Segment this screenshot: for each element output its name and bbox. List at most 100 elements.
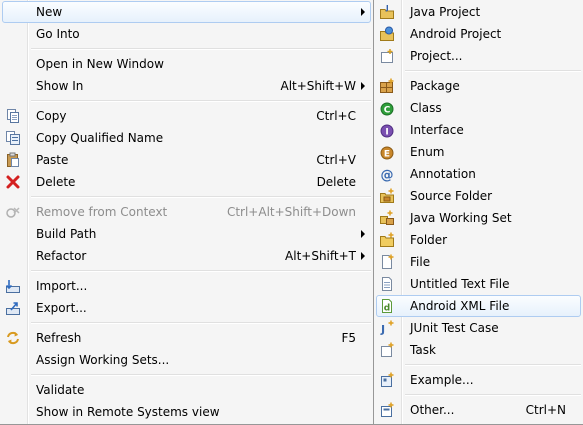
- file-icon: [379, 254, 395, 270]
- menu-item-label: Delete: [36, 175, 76, 189]
- submenu-arrow-icon: [361, 82, 365, 90]
- submenu-item-example[interactable]: Example...: [376, 369, 581, 391]
- submenu-item-junit-test-case[interactable]: J JUnit Test Case: [376, 317, 581, 339]
- menu-item-go-into[interactable]: Go Into: [2, 23, 371, 45]
- menu-item-label: JUnit Test Case: [410, 321, 499, 335]
- svg-text:@: @: [381, 168, 394, 182]
- submenu-item-file[interactable]: File: [376, 251, 581, 273]
- menu-item-remove-from-context: Remove from Context Ctrl+Alt+Shift+Down: [2, 201, 371, 223]
- menu-item-label: Show In: [36, 79, 84, 93]
- menu-item-label: Java Working Set: [410, 211, 512, 225]
- menu-item-shortcut: Alt+Shift+T: [285, 249, 356, 263]
- svg-text:d: d: [384, 304, 390, 314]
- task-icon: [379, 342, 395, 358]
- menu-item-copy[interactable]: Copy Ctrl+C: [2, 105, 371, 127]
- junit-test-case-icon: J: [379, 320, 395, 336]
- menu-item-label: Export...: [36, 301, 87, 315]
- enum-icon: E: [379, 144, 395, 160]
- source-folder-icon: [379, 188, 395, 204]
- menu-item-show-in[interactable]: Show In Alt+Shift+W: [2, 75, 371, 97]
- menu-item-label: Open in New Window: [36, 57, 164, 71]
- submenu-item-project[interactable]: Project...: [376, 45, 581, 67]
- menu-item-paste[interactable]: Paste Ctrl+V: [2, 149, 371, 171]
- menu-item-label: Paste: [36, 153, 69, 167]
- android-xml-file-icon: d: [379, 298, 395, 314]
- interface-icon: I: [379, 122, 395, 138]
- menu-separator: [31, 48, 371, 50]
- menu-separator: [31, 270, 371, 272]
- menu-item-label: Refresh: [36, 331, 82, 345]
- submenu-arrow-icon: [361, 8, 365, 16]
- svg-text:I: I: [385, 128, 388, 138]
- menu-item-label: Folder: [410, 233, 448, 247]
- submenu-item-java-project[interactable]: J Java Project: [376, 1, 581, 23]
- menu-item-label: Copy: [36, 109, 67, 123]
- import-icon: [5, 278, 21, 294]
- submenu-arrow-icon: [361, 252, 365, 260]
- package-icon: [379, 78, 395, 94]
- menu-item-open-in-new-window[interactable]: Open in New Window: [2, 53, 371, 75]
- menu-item-label: Interface: [410, 123, 464, 137]
- other-wizard-icon: [379, 402, 395, 418]
- menu-separator: [405, 394, 581, 396]
- menu-item-label: Class: [410, 101, 442, 115]
- copy-qualified-name-icon: [5, 130, 21, 146]
- menu-item-label: Annotation: [410, 167, 476, 181]
- submenu-item-interface[interactable]: I Interface: [376, 119, 581, 141]
- menu-item-shortcut: Ctrl+N: [525, 403, 566, 417]
- svg-text:C: C: [384, 106, 391, 116]
- new-submenu: J Java Project Android Project Project..…: [373, 0, 583, 425]
- menu-item-label: Import...: [36, 279, 88, 293]
- menu-item-validate[interactable]: Validate: [2, 379, 371, 401]
- menu-item-label: Validate: [36, 383, 85, 397]
- submenu-arrow-icon: [361, 230, 365, 238]
- submenu-item-class[interactable]: C Class: [376, 97, 581, 119]
- menu-item-label: New: [36, 5, 63, 19]
- menu-separator: [405, 70, 581, 72]
- remove-from-context-icon: [5, 204, 21, 220]
- menu-item-export[interactable]: Export...: [2, 297, 371, 319]
- menu-item-label: Other...: [410, 403, 455, 417]
- menu-item-label: Task: [410, 343, 436, 357]
- submenu-item-annotation[interactable]: @ Annotation: [376, 163, 581, 185]
- menu-item-label: Show in Remote Systems view: [36, 405, 220, 419]
- menu-item-label: Example...: [410, 373, 474, 387]
- submenu-item-source-folder[interactable]: Source Folder: [376, 185, 581, 207]
- menu-item-label: Go Into: [36, 27, 80, 41]
- menu-item-refactor[interactable]: Refactor Alt+Shift+T: [2, 245, 371, 267]
- menu-item-copy-qualified-name[interactable]: Copy Qualified Name: [2, 127, 371, 149]
- svg-text:E: E: [384, 150, 390, 160]
- example-icon: [379, 372, 395, 388]
- menu-item-import[interactable]: Import...: [2, 275, 371, 297]
- project-icon: [379, 48, 395, 64]
- menu-item-shortcut: Ctrl+Alt+Shift+Down: [226, 205, 356, 219]
- menu-item-assign-working-sets[interactable]: Assign Working Sets...: [2, 349, 371, 371]
- java-working-set-icon: [379, 210, 395, 226]
- submenu-item-folder[interactable]: Folder: [376, 229, 581, 251]
- submenu-item-task[interactable]: Task: [376, 339, 581, 361]
- menu-item-build-path[interactable]: Build Path: [2, 223, 371, 245]
- menu-separator: [31, 196, 371, 198]
- submenu-item-enum[interactable]: E Enum: [376, 141, 581, 163]
- submenu-item-android-project[interactable]: Android Project: [376, 23, 581, 45]
- menu-item-shortcut: F5: [341, 331, 356, 345]
- android-project-icon: [379, 26, 395, 42]
- submenu-item-untitled-text-file[interactable]: Untitled Text File: [376, 273, 581, 295]
- menu-item-delete[interactable]: Delete Delete: [2, 171, 371, 193]
- menu-item-new[interactable]: New: [2, 1, 371, 23]
- menu-item-shortcut: Delete: [316, 175, 356, 189]
- copy-icon: [5, 108, 21, 124]
- menu-separator: [31, 322, 371, 324]
- menu-item-label: Copy Qualified Name: [36, 131, 164, 145]
- menu-item-refresh[interactable]: Refresh F5: [2, 327, 371, 349]
- submenu-item-package[interactable]: Package: [376, 75, 581, 97]
- paste-icon: [5, 152, 21, 168]
- folder-icon: [379, 232, 395, 248]
- svg-text:J: J: [385, 4, 389, 12]
- menu-separator: [31, 374, 371, 376]
- submenu-item-java-working-set[interactable]: Java Working Set: [376, 207, 581, 229]
- submenu-item-android-xml-file[interactable]: d Android XML File: [376, 295, 581, 317]
- menu-item-show-in-remote-systems[interactable]: Show in Remote Systems view: [2, 401, 371, 423]
- submenu-item-other[interactable]: Other... Ctrl+N: [376, 399, 581, 421]
- menu-item-shortcut: Ctrl+C: [316, 109, 356, 123]
